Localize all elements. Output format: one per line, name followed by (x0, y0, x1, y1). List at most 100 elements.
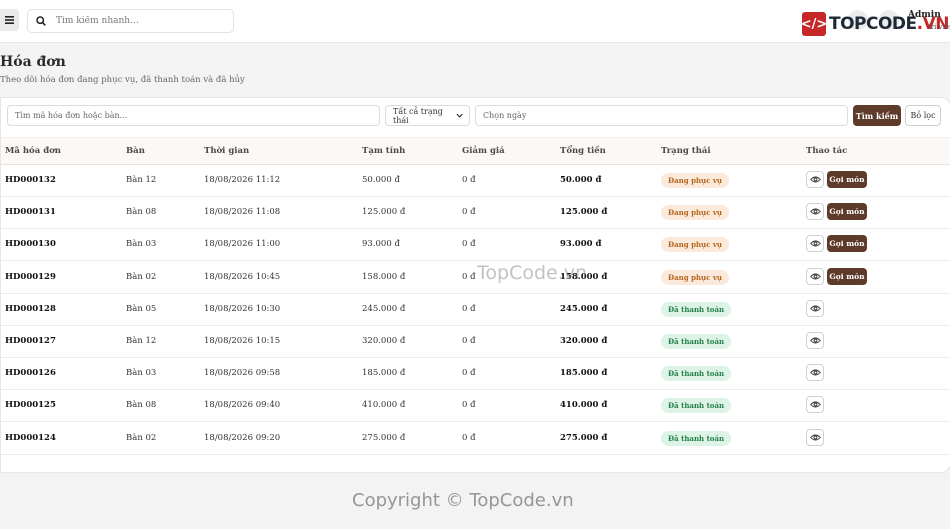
view-button[interactable] (806, 267, 824, 285)
invoice-id: HD000132 (5, 175, 56, 185)
column-header-time: Thời gian (204, 146, 250, 156)
invoice-card: Tất cả trạng thái Tìm kiếm Bỏ lọc Mã hóa… (0, 97, 950, 473)
eye-icon (809, 369, 821, 376)
order-button[interactable]: Gọi món (827, 267, 867, 285)
subtotal: 50.000 đ (362, 175, 400, 185)
page-subtitle: Theo dõi hóa đơn đang phục vụ, đã thanh … (0, 75, 245, 85)
search-icon (36, 16, 46, 26)
user-name: Admin (908, 10, 941, 20)
subtotal: 93.000 đ (362, 239, 400, 250)
eye-icon (809, 434, 821, 441)
invoice-time: 18/08/2026 11:00 (204, 239, 281, 250)
table-name: Bàn 03 (126, 368, 157, 379)
status-badge: Đã thanh toán (661, 398, 732, 414)
status-badge: Đã thanh toán (661, 366, 732, 382)
search-button[interactable]: Tìm kiếm (853, 105, 901, 126)
table-row: HD000131 Bàn 08 18/08/2026 11:08 125.000 đ 0… (1, 196, 950, 230)
discount: 0 đ (462, 432, 476, 443)
view-button[interactable] (806, 171, 824, 188)
subtotal: 245.000 đ (362, 303, 406, 314)
table-name: Bàn 03 (126, 239, 157, 250)
status-badge: Đã thanh toán (661, 301, 732, 317)
footer-copyright: Copyright © TopCode.vn (352, 490, 574, 511)
table-row: HD000125 Bàn 08 18/08/2026 09:40 410.000 đ 0… (1, 389, 950, 423)
discount: 0 đ (462, 239, 476, 250)
user-role: tri viên (928, 23, 950, 31)
discount: 0 đ (462, 336, 476, 346)
table-row: HD000128 Bàn 05 18/08/2026 10:30 245.000 đ 0… (1, 293, 950, 326)
chevron-down-icon (456, 113, 463, 118)
column-header-table: Bàn (126, 146, 145, 156)
table-row: HD000126 Bàn 03 18/08/2026 09:58 185.000 đ 0… (1, 357, 950, 391)
total: 158.000 đ (560, 271, 608, 282)
table-row: HD000127 Bàn 12 18/08/2026 10:15 320.000 đ 0… (1, 325, 950, 358)
status-select-value: Tất cả trạng thái (393, 106, 443, 125)
status-badge: Đã thanh toán (661, 334, 732, 349)
invoice-time: 18/08/2026 09:20 (204, 432, 281, 443)
date-picker-input[interactable] (475, 105, 848, 126)
view-button[interactable] (806, 364, 824, 382)
menu-button[interactable] (0, 9, 19, 31)
view-button[interactable] (806, 332, 824, 349)
view-button[interactable] (806, 203, 824, 221)
eye-icon (809, 305, 821, 312)
discount: 0 đ (462, 271, 476, 282)
view-button[interactable] (806, 396, 824, 414)
view-button[interactable] (806, 235, 824, 253)
status-badge: Đang phục vụ (661, 173, 730, 188)
total: 410.000 đ (560, 400, 608, 411)
status-badge: Đang phục vụ (661, 269, 730, 285)
table-row: HD000132 Bàn 12 18/08/2026 11:12 50.000 đ 0 … (1, 164, 950, 197)
invoice-id: HD000126 (5, 368, 56, 379)
eye-icon (809, 401, 821, 408)
invoice-id: HD000130 (5, 239, 56, 250)
table-name: Bàn 02 (126, 271, 157, 282)
discount: 0 đ (462, 207, 476, 218)
invoice-id: HD000131 (5, 207, 56, 218)
total: 93.000 đ (560, 239, 602, 250)
total: 245.000 đ (560, 303, 608, 314)
quick-search-input[interactable] (54, 15, 228, 27)
table-name: Bàn 12 (126, 336, 157, 346)
discount: 0 đ (462, 400, 476, 411)
invoice-search-input[interactable] (7, 105, 380, 126)
invoice-id: HD000129 (5, 271, 56, 282)
invoice-id: HD000128 (5, 303, 56, 314)
quick-search (27, 9, 234, 33)
table-row: HD000124 Bàn 02 18/08/2026 09:20 275.000 đ 0… (1, 422, 950, 455)
total: 275.000 đ (560, 432, 608, 443)
total: 50.000 đ (560, 175, 602, 185)
invoice-time: 18/08/2026 10:30 (204, 303, 281, 314)
eye-icon (809, 176, 821, 183)
subtotal: 410.000 đ (362, 400, 406, 411)
status-badge: Đang phục vụ (661, 237, 730, 253)
invoice-id: HD000124 (5, 432, 56, 443)
logo-mark-icon: </> (801, 12, 827, 36)
subtotal: 185.000 đ (362, 368, 406, 379)
discount: 0 đ (462, 175, 476, 185)
order-button[interactable]: Gọi món (827, 203, 867, 221)
column-header-actions: Thao tác (806, 146, 848, 156)
view-button[interactable] (806, 299, 824, 317)
table-row: HD000130 Bàn 03 18/08/2026 11:00 93.000 đ 0 … (1, 228, 950, 262)
total: 185.000 đ (560, 368, 608, 379)
order-button[interactable]: Gọi món (827, 171, 867, 188)
view-button[interactable] (806, 428, 824, 446)
column-header-discount: Giảm giá (462, 146, 505, 156)
eye-icon (809, 337, 821, 344)
column-header-subtotal: Tạm tính (362, 146, 406, 156)
order-button[interactable]: Gọi món (827, 235, 867, 253)
table-name: Bàn 05 (126, 303, 157, 314)
table-name: Bàn 08 (126, 400, 157, 411)
status-select[interactable]: Tất cả trạng thái (385, 105, 470, 126)
total: 320.000 đ (560, 336, 608, 346)
total: 125.000 đ (560, 207, 608, 218)
hamburger-icon (5, 16, 14, 24)
clear-filter-button[interactable]: Bỏ lọc (905, 105, 941, 126)
invoice-time: 18/08/2026 09:58 (204, 368, 281, 379)
table-header: Mã hóa đơn Bàn Thời gian Tạm tính Giảm g… (1, 137, 950, 165)
subtotal: 275.000 đ (362, 432, 406, 443)
subtotal: 125.000 đ (362, 207, 406, 218)
subtotal: 158.000 đ (362, 271, 406, 282)
page-title: Hóa đơn (0, 54, 66, 70)
